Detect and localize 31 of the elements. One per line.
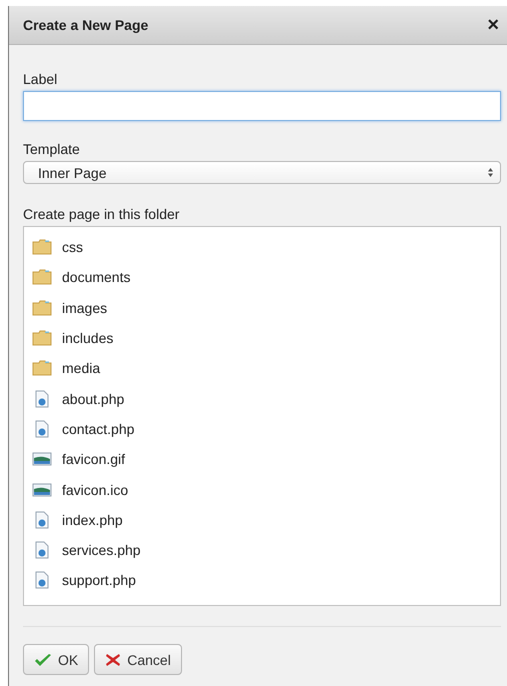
label-input-field[interactable] bbox=[23, 91, 501, 121]
template-dropdown[interactable]: Inner Page bbox=[23, 161, 501, 184]
folder-icon bbox=[32, 360, 52, 376]
field-label: Template bbox=[23, 141, 81, 157]
image-file-icon bbox=[32, 482, 52, 497]
file-list-item[interactable]: media bbox=[62, 360, 100, 376]
image-file-icon bbox=[32, 452, 52, 466]
folder-icon bbox=[32, 269, 52, 286]
check-icon bbox=[34, 652, 52, 666]
field-label: Create page in this folder bbox=[23, 206, 180, 222]
close-button[interactable]: × bbox=[485, 15, 501, 35]
file-list-item[interactable]: index.php bbox=[62, 512, 123, 528]
file-list-item[interactable]: documents bbox=[62, 269, 130, 286]
file-list-item[interactable]: favicon.gif bbox=[62, 451, 126, 468]
file-list-item[interactable]: includes bbox=[62, 330, 114, 346]
file-list-item[interactable]: contact.php bbox=[62, 420, 134, 437]
stepper-arrows-icon bbox=[487, 167, 494, 178]
file-list-item[interactable]: favicon.ico bbox=[62, 482, 128, 498]
cross-icon bbox=[105, 652, 122, 666]
cancel-button[interactable]: Cancel bbox=[94, 644, 182, 675]
dialog-title: Create a New Page bbox=[23, 17, 148, 33]
field-label: Label bbox=[23, 71, 58, 87]
folder-icon bbox=[32, 239, 52, 256]
file-list-item[interactable]: services.php bbox=[62, 542, 141, 558]
file-list-item[interactable]: images bbox=[62, 300, 108, 316]
file-list-item[interactable]: css bbox=[62, 239, 83, 256]
ok-button[interactable]: OK bbox=[23, 644, 90, 675]
file-list-item[interactable]: about.php bbox=[62, 390, 124, 407]
file-list-item[interactable]: support.php bbox=[62, 572, 136, 588]
folder-icon bbox=[32, 330, 52, 346]
folder-icon bbox=[32, 300, 52, 316]
